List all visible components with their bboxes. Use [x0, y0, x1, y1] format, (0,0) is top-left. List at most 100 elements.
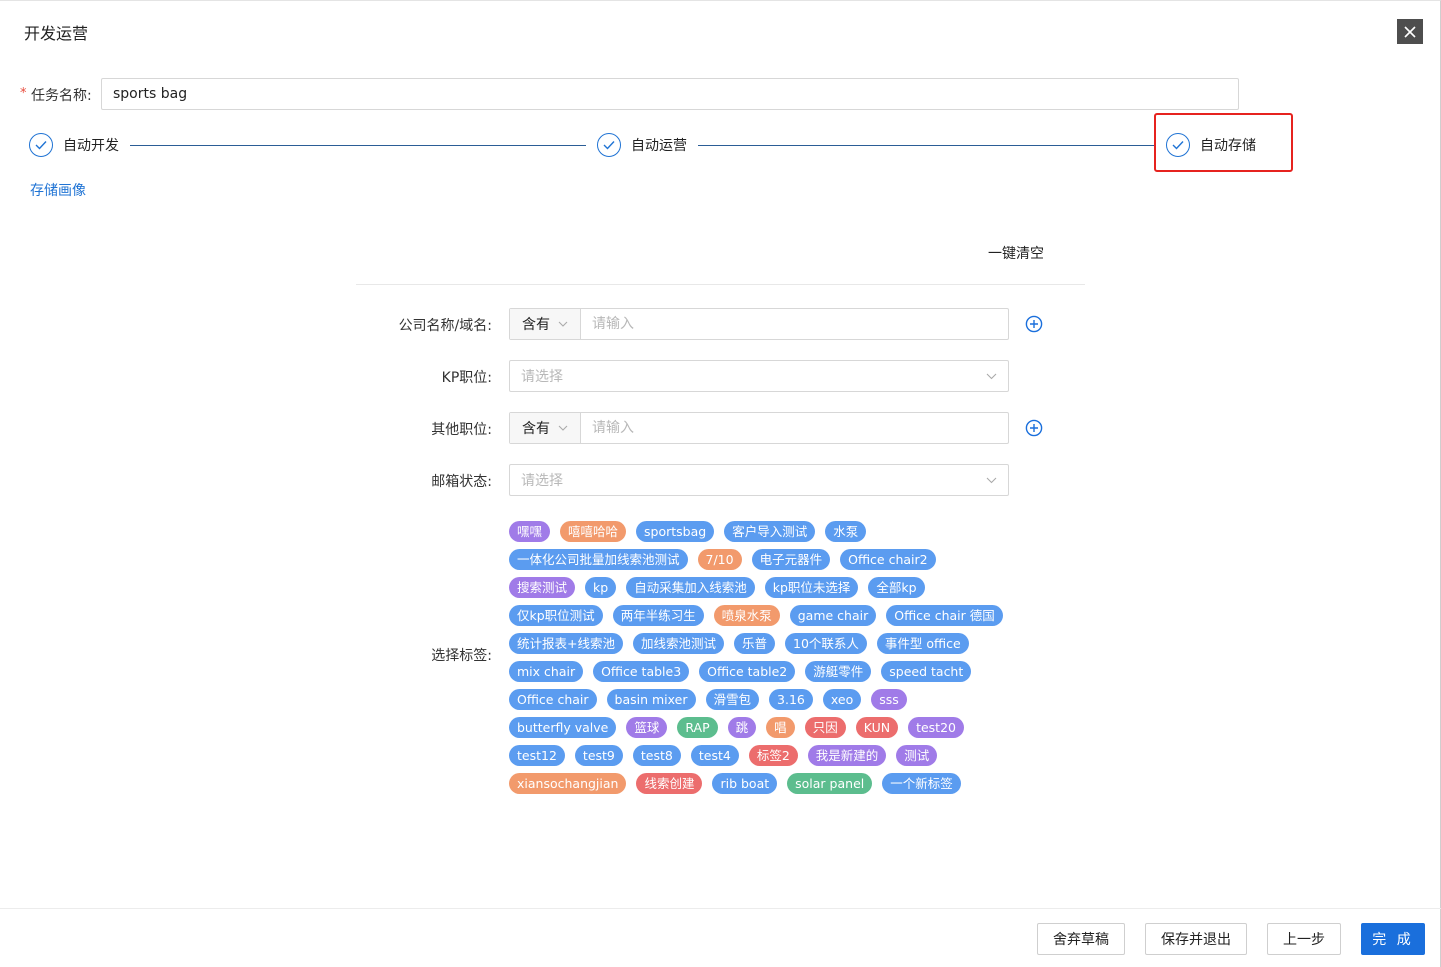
tag-chip[interactable]: 嘻嘻哈哈: [560, 520, 627, 542]
finish-button[interactable]: 完 成: [1361, 923, 1425, 955]
tag-chip[interactable]: sss: [871, 688, 907, 710]
tag-chip[interactable]: kp职位未选择: [764, 576, 859, 598]
tag-chip[interactable]: test4: [690, 744, 739, 766]
tag-chip[interactable]: Office chair 德国: [886, 604, 1003, 626]
add-circle-icon[interactable]: [1025, 419, 1043, 437]
chevron-down-icon: [558, 321, 568, 327]
tag-chip[interactable]: 测试: [896, 744, 938, 766]
add-circle-icon[interactable]: [1025, 315, 1043, 333]
tag-chip[interactable]: butterfly valve: [509, 716, 617, 738]
tag-chip[interactable]: rib boat: [712, 772, 778, 794]
kp-position-select[interactable]: 请选择: [509, 360, 1009, 392]
tag-chip[interactable]: 一个新标签: [882, 772, 961, 794]
tag-chip[interactable]: sportsbag: [636, 520, 715, 542]
tag-chip[interactable]: speed tacht: [881, 660, 972, 682]
tag-row: Office chair basin mixer 滑雪包 3.16 xeo sss: [509, 685, 1009, 713]
tag-chip[interactable]: Office table3: [593, 660, 690, 682]
divider: [356, 284, 1085, 285]
tag-chip[interactable]: 事件型 office: [876, 632, 969, 654]
step-auto-develop[interactable]: 自动开发: [29, 133, 119, 157]
tag-chip[interactable]: 嘿嘿: [509, 520, 551, 542]
tag-chip[interactable]: 标签2: [748, 744, 798, 766]
tag-chip[interactable]: 10个联系人: [785, 632, 867, 654]
tag-chip[interactable]: 游艇零件: [805, 660, 872, 682]
other-position-input[interactable]: [581, 413, 1008, 443]
tag-chip[interactable]: KUN: [855, 716, 899, 738]
task-name-label: 任务名称:: [31, 88, 92, 104]
clear-all-button[interactable]: 一键清空: [988, 243, 1044, 263]
tag-chip[interactable]: basin mixer: [606, 688, 696, 710]
tag-chip[interactable]: test9: [574, 744, 623, 766]
tag-chip[interactable]: Office table2: [699, 660, 796, 682]
tag-chip[interactable]: 一体化公司批量加线索池测试: [509, 548, 688, 570]
tag-row: 一体化公司批量加线索池测试 7/10 电子元器件 Office chair2: [509, 545, 1009, 573]
tag-chip[interactable]: Office chair2: [840, 548, 936, 570]
required-mark: *: [20, 86, 27, 101]
tag-row: 仅kp职位测试 两年半练习生 喷泉水泵 game chair Office chair …: [509, 601, 1009, 629]
dialog-title: 开发运营: [24, 24, 89, 43]
tag-chip[interactable]: 加线索池测试: [632, 632, 724, 654]
task-name-input[interactable]: [101, 78, 1239, 110]
check-icon: [597, 133, 621, 157]
check-icon: [29, 133, 53, 157]
other-position-label: 其他职位:: [431, 422, 492, 438]
tag-row: butterfly valve 篮球 RAP 跳唱只因 KUN test20: [509, 713, 1009, 741]
tag-chip[interactable]: test8: [632, 744, 681, 766]
operator-value: 含有: [522, 421, 550, 437]
tag-chip[interactable]: 电子元器件: [751, 548, 831, 570]
tag-chip[interactable]: 只因: [804, 716, 846, 738]
dialog-header: 开发运营: [0, 1, 1441, 61]
close-icon: [1404, 25, 1416, 38]
tag-chip[interactable]: 滑雪包: [705, 688, 760, 710]
tag-chip[interactable]: 我是新建的: [807, 744, 887, 766]
tag-chip[interactable]: RAP: [677, 716, 718, 738]
dialog: 开发运营 * 任务名称: 自动开发 自动运营 自动存储: [0, 0, 1441, 967]
tag-chip[interactable]: test20: [908, 716, 964, 738]
tag-chip[interactable]: mix chair: [509, 660, 584, 682]
chevron-down-icon: [986, 477, 997, 483]
tag-chip[interactable]: 篮球: [626, 716, 668, 738]
tag-chip[interactable]: 跳: [727, 716, 757, 738]
other-position-field: 含有: [509, 412, 1009, 444]
tag-chip[interactable]: xeo: [822, 688, 862, 710]
select-placeholder: 请选择: [521, 473, 563, 489]
tag-chip[interactable]: 水泵: [825, 520, 867, 542]
tag-chip[interactable]: 7/10: [697, 548, 742, 570]
tag-chip[interactable]: 唱: [766, 716, 795, 738]
save-exit-button[interactable]: 保存并退出: [1145, 923, 1247, 955]
save-portrait-link[interactable]: 存储画像: [30, 180, 86, 200]
tag-chip[interactable]: 客户导入测试: [724, 520, 816, 542]
tag-row: xiansochangjian 线索创建 rib boat solar panel 一个…: [509, 769, 1009, 797]
company-operator-select[interactable]: 含有: [510, 309, 581, 339]
tag-row: 嘿嘿 嘻嘻哈哈 sportsbag 客户导入测试 水泵: [509, 517, 1009, 545]
discard-draft-button[interactable]: 舍弃草稿: [1037, 923, 1125, 955]
tag-list: 嘿嘿 嘻嘻哈哈 sportsbag 客户导入测试 水泵一体化公司批量加线索池测试 7/10…: [509, 517, 1009, 797]
close-button[interactable]: [1397, 19, 1423, 44]
prev-step-button[interactable]: 上一步: [1267, 923, 1341, 955]
tag-chip[interactable]: 搜索测试: [509, 576, 576, 598]
tag-chip[interactable]: 乐普: [734, 632, 776, 654]
email-status-select[interactable]: 请选择: [509, 464, 1009, 496]
tag-row: 搜索测试 kp 自动采集加入线索池 kp职位未选择 全部kp: [509, 573, 1009, 601]
tag-chip[interactable]: Office chair: [509, 688, 597, 710]
tag-chip[interactable]: 全部kp: [868, 576, 925, 598]
tag-chip[interactable]: test12: [509, 744, 565, 766]
tag-chip[interactable]: game chair: [789, 604, 877, 626]
tag-chip[interactable]: kp: [585, 576, 617, 598]
company-input[interactable]: [581, 309, 1008, 339]
tag-chip[interactable]: 3.16: [769, 688, 813, 710]
tag-row: 统计报表+线索池 加线索池测试 乐普 10个联系人 事件型 office: [509, 629, 1009, 657]
tag-chip[interactable]: 两年半练习生: [612, 604, 704, 626]
tag-chip[interactable]: 线索创建: [636, 772, 703, 794]
tag-chip[interactable]: solar panel: [787, 772, 873, 794]
tag-chip[interactable]: 自动采集加入线索池: [626, 576, 755, 598]
tag-chip[interactable]: xiansochangjian: [509, 772, 627, 794]
tag-chip[interactable]: 统计报表+线索池: [509, 632, 623, 654]
other-position-operator-select[interactable]: 含有: [510, 413, 581, 443]
tag-chip[interactable]: 仅kp职位测试: [509, 604, 603, 626]
step-connector: [698, 145, 1154, 146]
email-status-label: 邮箱状态:: [431, 474, 492, 490]
operator-value: 含有: [522, 317, 550, 333]
step-auto-operate[interactable]: 自动运营: [597, 133, 687, 157]
tag-chip[interactable]: 喷泉水泵: [713, 604, 780, 626]
